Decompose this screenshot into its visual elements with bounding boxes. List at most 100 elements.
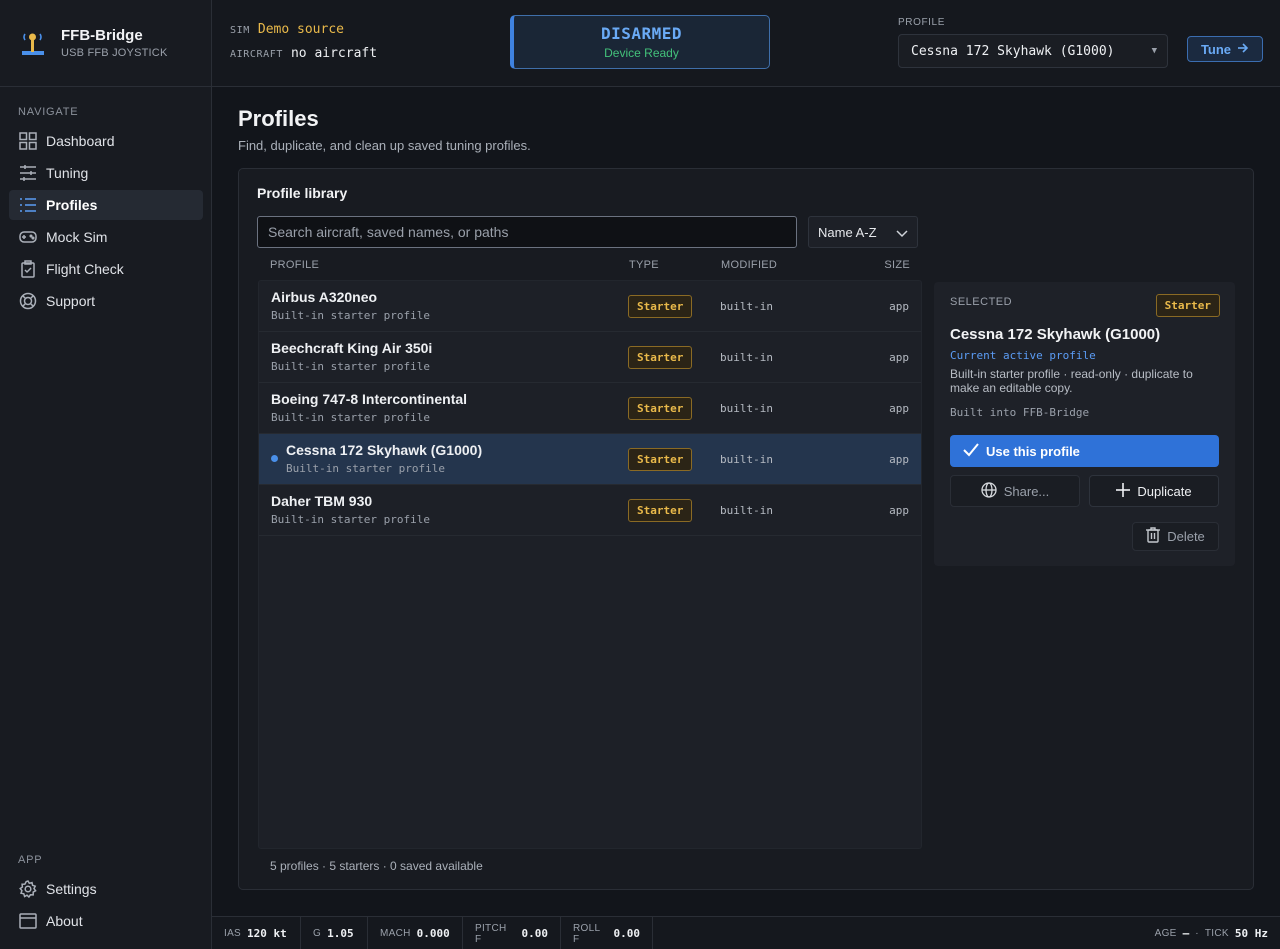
table-row[interactable]: Daher TBM 930 Built-in starter profile S…	[259, 485, 921, 536]
aircraft-info: AIRCRAFT no aircraft	[230, 46, 377, 61]
pitch-force-readout: PITCH F 0.00	[463, 917, 561, 949]
sidebar-item-support[interactable]: Support	[9, 286, 203, 316]
aircraft-value: no aircraft	[290, 46, 378, 61]
ias-value: 120 kt	[247, 927, 287, 940]
app-section-label: APP	[18, 854, 43, 866]
age-tick-readout: AGE — · TICK 50 Hz	[1143, 917, 1280, 949]
brand: FFB-Bridge USB FFB JOYSTICK	[0, 0, 211, 87]
table-row[interactable]: Boeing 747-8 Intercontinental Built-in s…	[259, 383, 921, 434]
selected-profile-panel: SELECTED Starter Cessna 172 Skyhawk (G10…	[934, 282, 1235, 566]
sidebar-item-profiles[interactable]: Profiles	[9, 190, 203, 220]
row-desc: Built-in starter profile	[271, 309, 430, 322]
type-badge: Starter	[1155, 294, 1220, 317]
sim-info: SIM Demo source	[230, 22, 344, 37]
share-button[interactable]: Share...	[950, 475, 1080, 507]
chevron-down-icon	[895, 226, 909, 243]
table-row[interactable]: Airbus A320neo Built-in starter profile …	[259, 281, 921, 332]
profile-select[interactable]: Cessna 172 Skyhawk (G1000) ▼	[898, 34, 1168, 68]
device-status-text: Device Ready	[604, 46, 679, 60]
row-desc: Built-in starter profile	[271, 411, 430, 424]
sim-label: SIM	[230, 25, 250, 36]
col-size[interactable]: SIZE	[884, 259, 910, 271]
sidebar: FFB-Bridge USB FFB JOYSTICK NAVIGATE Das…	[0, 0, 212, 949]
gear-icon	[18, 879, 38, 899]
sidebar-item-label: Dashboard	[46, 133, 115, 149]
tune-button-label: Tune	[1200, 41, 1232, 57]
type-badge: Starter	[628, 397, 693, 420]
col-profile[interactable]: PROFILE	[270, 259, 319, 271]
sidebar-item-tuning[interactable]: Tuning	[9, 158, 203, 188]
main-content: Profiles Find, duplicate, and clean up s…	[212, 88, 1280, 916]
row-desc: Built-in starter profile	[271, 513, 430, 526]
clipboard-check-icon	[18, 259, 38, 279]
row-size: app	[889, 504, 909, 517]
app-subtitle: USB FFB JOYSTICK	[61, 47, 168, 59]
selected-profile-source: Built into FFB-Bridge	[950, 406, 1090, 419]
status-bar: IAS 120 kt G 1.05 MACH 0.000 PITCH F 0.0…	[212, 916, 1280, 949]
search-input[interactable]	[257, 216, 797, 248]
sidebar-item-flight-check[interactable]: Flight Check	[9, 254, 203, 284]
g-label: G	[313, 928, 322, 939]
sidebar-item-dashboard[interactable]: Dashboard	[9, 126, 203, 156]
type-badge: Starter	[628, 346, 693, 369]
ias-label: IAS	[224, 928, 242, 939]
chevron-down-icon: ▼	[1151, 46, 1157, 56]
sidebar-item-label: Profiles	[46, 197, 98, 213]
selected-profile-name: Cessna 172 Skyhawk (G1000)	[950, 326, 1161, 343]
sidebar-item-label: Settings	[46, 881, 97, 897]
sidebar-item-label: Mock Sim	[46, 229, 108, 245]
page-subtitle: Find, duplicate, and clean up saved tuni…	[238, 138, 531, 153]
row-size: app	[889, 453, 909, 466]
gamepad-icon	[18, 227, 38, 247]
sort-select[interactable]: Name A-Z	[808, 216, 918, 248]
roll-force-readout: ROLL F 0.00	[561, 917, 653, 949]
window-icon	[18, 911, 38, 931]
col-modified[interactable]: MODIFIED	[721, 259, 777, 271]
joystick-logo-icon	[20, 29, 46, 57]
tick-label: TICK	[1204, 928, 1229, 939]
sliders-icon	[18, 163, 38, 183]
separator: ·	[1195, 928, 1199, 939]
duplicate-label: Duplicate	[1137, 483, 1192, 499]
pitch-value: 0.00	[521, 927, 549, 940]
arm-status-text: DISARMED	[600, 24, 683, 43]
duplicate-button[interactable]: Duplicate	[1089, 475, 1219, 507]
sim-value: Demo source	[257, 22, 344, 37]
row-desc: Built-in starter profile	[286, 462, 445, 475]
app-nav-list: Settings About	[0, 872, 212, 938]
table-row[interactable]: Beechcraft King Air 350i Built-in starte…	[259, 332, 921, 383]
sidebar-item-about[interactable]: About	[9, 906, 203, 936]
use-profile-button[interactable]: Use this profile	[950, 435, 1219, 467]
sidebar-item-mock-sim[interactable]: Mock Sim	[9, 222, 203, 252]
mach-readout: MACH 0.000	[368, 917, 463, 949]
tune-button[interactable]: Tune	[1187, 36, 1263, 62]
plus-icon	[1116, 482, 1131, 500]
col-type[interactable]: TYPE	[629, 259, 659, 271]
profile-select-value: Cessna 172 Skyhawk (G1000)	[911, 43, 1115, 59]
ias-readout: IAS 120 kt	[212, 917, 301, 949]
age-label: AGE	[1154, 928, 1177, 939]
delete-button[interactable]: Delete	[1132, 522, 1219, 551]
active-profile-note: Current active profile	[950, 349, 1096, 362]
roll-value: 0.00	[613, 927, 641, 940]
app-name: FFB-Bridge	[61, 27, 143, 44]
profile-label: PROFILE	[898, 17, 945, 28]
row-name: Boeing 747-8 Intercontinental	[271, 391, 468, 407]
g-readout: G 1.05	[301, 917, 368, 949]
row-modified: built-in	[720, 504, 773, 517]
profile-library-card: Profile library Name A-Z PROFILE TYPE MO…	[238, 168, 1254, 890]
type-badge: Starter	[628, 448, 693, 471]
arm-status-panel[interactable]: DISARMED Device Ready	[510, 15, 770, 69]
row-modified: built-in	[720, 351, 773, 364]
table-row-selected[interactable]: Cessna 172 Skyhawk (G1000) Built-in star…	[259, 434, 921, 485]
page-title: Profiles	[238, 106, 319, 131]
use-profile-label: Use this profile	[986, 443, 1080, 459]
trash-icon	[1146, 527, 1161, 546]
check-icon	[963, 442, 979, 460]
selected-label: SELECTED	[950, 296, 1013, 308]
arrow-right-icon	[1237, 42, 1249, 57]
library-title: Profile library	[257, 185, 348, 201]
row-name: Airbus A320neo	[271, 289, 378, 305]
sidebar-item-settings[interactable]: Settings	[9, 874, 203, 904]
row-size: app	[889, 300, 909, 313]
